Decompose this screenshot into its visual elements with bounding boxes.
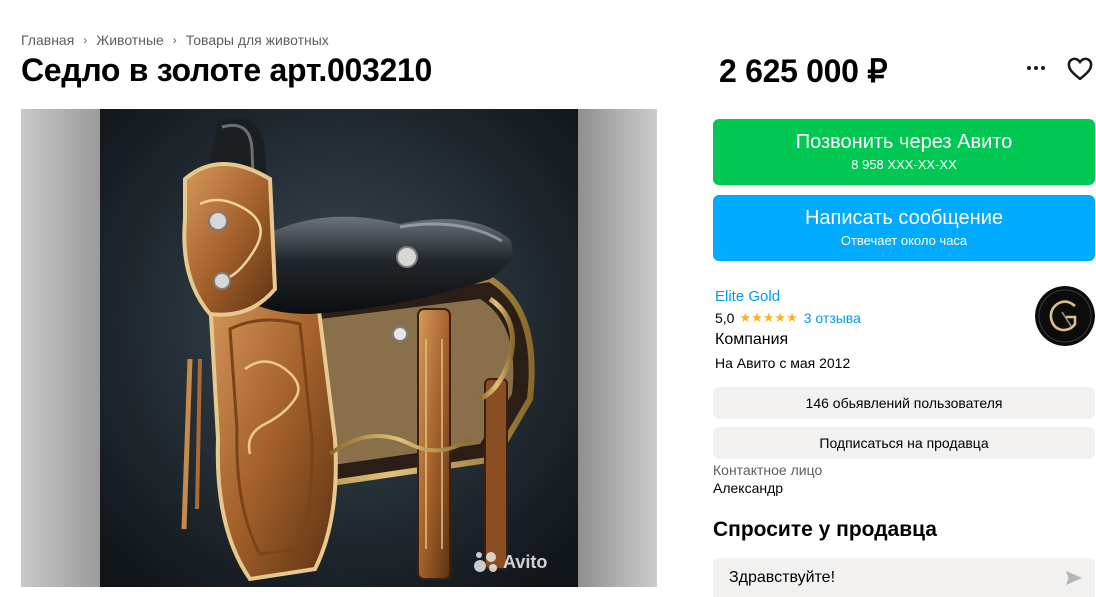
more-dots-icon[interactable] [1021, 56, 1051, 80]
contact-label: Контактное лицо [713, 462, 823, 478]
gallery-blur-right [578, 109, 657, 587]
seller-rating: 5,0 ★★★★★ 3 отзыва [715, 310, 861, 326]
ask-seller-title: Спросите у продавца [713, 518, 937, 541]
call-button-phone: 8 958 XXX-XX-XX [851, 157, 957, 172]
ask-message-field[interactable]: Здравствуйте! [713, 558, 1095, 597]
heart-icon[interactable] [1066, 55, 1094, 83]
call-button[interactable]: Позвонить через Авито 8 958 XXX-XX-XX [713, 119, 1095, 185]
seller-type: Компания [715, 331, 789, 348]
seller-ads-button[interactable]: 146 обьявлений пользователя [713, 387, 1095, 419]
chevron-right-icon: › [83, 33, 88, 47]
message-button[interactable]: Написать сообщение Отвечает около часа [713, 195, 1095, 261]
saddle-photo[interactable] [100, 109, 578, 587]
image-gallery[interactable]: Avito [21, 109, 657, 587]
breadcrumb-home[interactable]: Главная [21, 32, 74, 48]
gallery-blur-left [21, 109, 100, 587]
seller-avatar[interactable] [1035, 286, 1095, 346]
seller-name-link[interactable]: Elite Gold [715, 288, 861, 305]
rating-value: 5,0 [715, 310, 735, 326]
watermark-text: Avito [503, 551, 548, 572]
ask-message-text[interactable]: Здравствуйте! [729, 569, 835, 587]
breadcrumb-pet-goods[interactable]: Товары для животных [186, 32, 329, 48]
seller-info: Elite Gold 5,0 ★★★★★ 3 отзыва Компания Н… [715, 288, 861, 371]
breadcrumb-animals[interactable]: Животные [96, 32, 164, 48]
contact-name: Александр [713, 480, 784, 496]
rating-stars-icon: ★★★★★ [739, 310, 798, 325]
breadcrumb: Главная › Животные › Товары для животных [21, 32, 329, 48]
page-title: Седло в золоте арт.003210 [21, 52, 432, 88]
price: 2 625 000 ₽ [719, 53, 888, 89]
avito-watermark: Avito [473, 550, 547, 574]
seller-since: На Авито с мая 2012 [715, 355, 851, 371]
call-button-label: Позвонить через Авито [795, 131, 1013, 153]
message-button-subtitle: Отвечает около часа [840, 233, 968, 248]
send-icon[interactable] [1065, 569, 1083, 587]
reviews-link[interactable]: 3 отзыва [804, 310, 861, 326]
chevron-right-icon: › [172, 33, 177, 47]
message-button-label: Написать сообщение [804, 207, 1003, 229]
subscribe-button[interactable]: Подписаться на продавца [713, 427, 1095, 459]
avito-logo-icon [474, 552, 497, 572]
